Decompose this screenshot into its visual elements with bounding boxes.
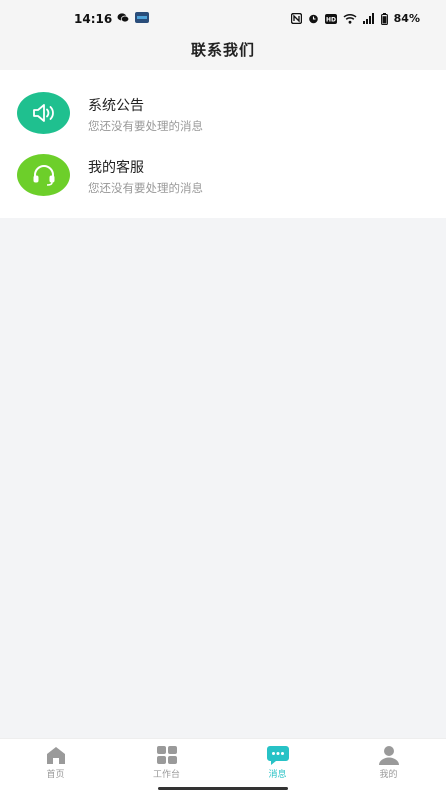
chat-icon bbox=[266, 746, 289, 765]
wechat-icon bbox=[117, 12, 129, 22]
list-item-system-notice[interactable]: 系统公告 您还没有要处理的消息 bbox=[0, 84, 446, 146]
alarm-icon bbox=[308, 14, 318, 24]
list-item-title: 我的客服 bbox=[88, 160, 144, 176]
status-notification-icons bbox=[117, 12, 149, 23]
nav-label: 工作台 bbox=[152, 770, 180, 780]
headset-icon bbox=[33, 165, 54, 186]
nav-label: 消息 bbox=[268, 770, 287, 780]
nfc-icon bbox=[290, 13, 302, 24]
wifi-icon bbox=[343, 13, 357, 24]
nav-item-mine[interactable]: 我的 bbox=[333, 739, 444, 796]
screen: 14:16 HD 84% 联系我们 系统公告 您还没有要处理的消息 我的客服 您… bbox=[0, 0, 446, 796]
nav-item-home[interactable]: 首页 bbox=[0, 739, 111, 796]
battery-percent: 84% bbox=[393, 12, 420, 25]
nav-label: 首页 bbox=[46, 770, 65, 780]
customer-service-avatar bbox=[17, 154, 70, 196]
app-header: 联系我们 bbox=[0, 36, 446, 70]
list-item-title: 系统公告 bbox=[88, 98, 144, 114]
home-icon bbox=[46, 747, 65, 764]
grid-icon bbox=[156, 746, 177, 764]
home-indicator[interactable] bbox=[158, 787, 288, 790]
list-item-customer-service[interactable]: 我的客服 您还没有要处理的消息 bbox=[0, 146, 446, 208]
svg-text:HD: HD bbox=[326, 16, 336, 23]
speaker-icon bbox=[32, 104, 54, 122]
list-item-subtitle: 您还没有要处理的消息 bbox=[88, 181, 203, 195]
message-list: 系统公告 您还没有要处理的消息 我的客服 您还没有要处理的消息 bbox=[0, 70, 446, 218]
app-notification-icon bbox=[135, 12, 149, 23]
page-title: 联系我们 bbox=[190, 41, 255, 59]
status-bar: 14:16 HD 84% bbox=[0, 0, 446, 36]
status-right-icons: HD 84% bbox=[290, 12, 420, 25]
battery-icon bbox=[380, 12, 388, 25]
hd-icon: HD bbox=[324, 13, 337, 24]
signal-icon bbox=[362, 13, 374, 24]
system-notice-avatar bbox=[17, 92, 70, 134]
person-icon bbox=[378, 746, 399, 765]
list-item-subtitle: 您还没有要处理的消息 bbox=[88, 119, 203, 133]
status-time: 14:16 bbox=[74, 12, 113, 26]
nav-label: 我的 bbox=[379, 770, 398, 780]
